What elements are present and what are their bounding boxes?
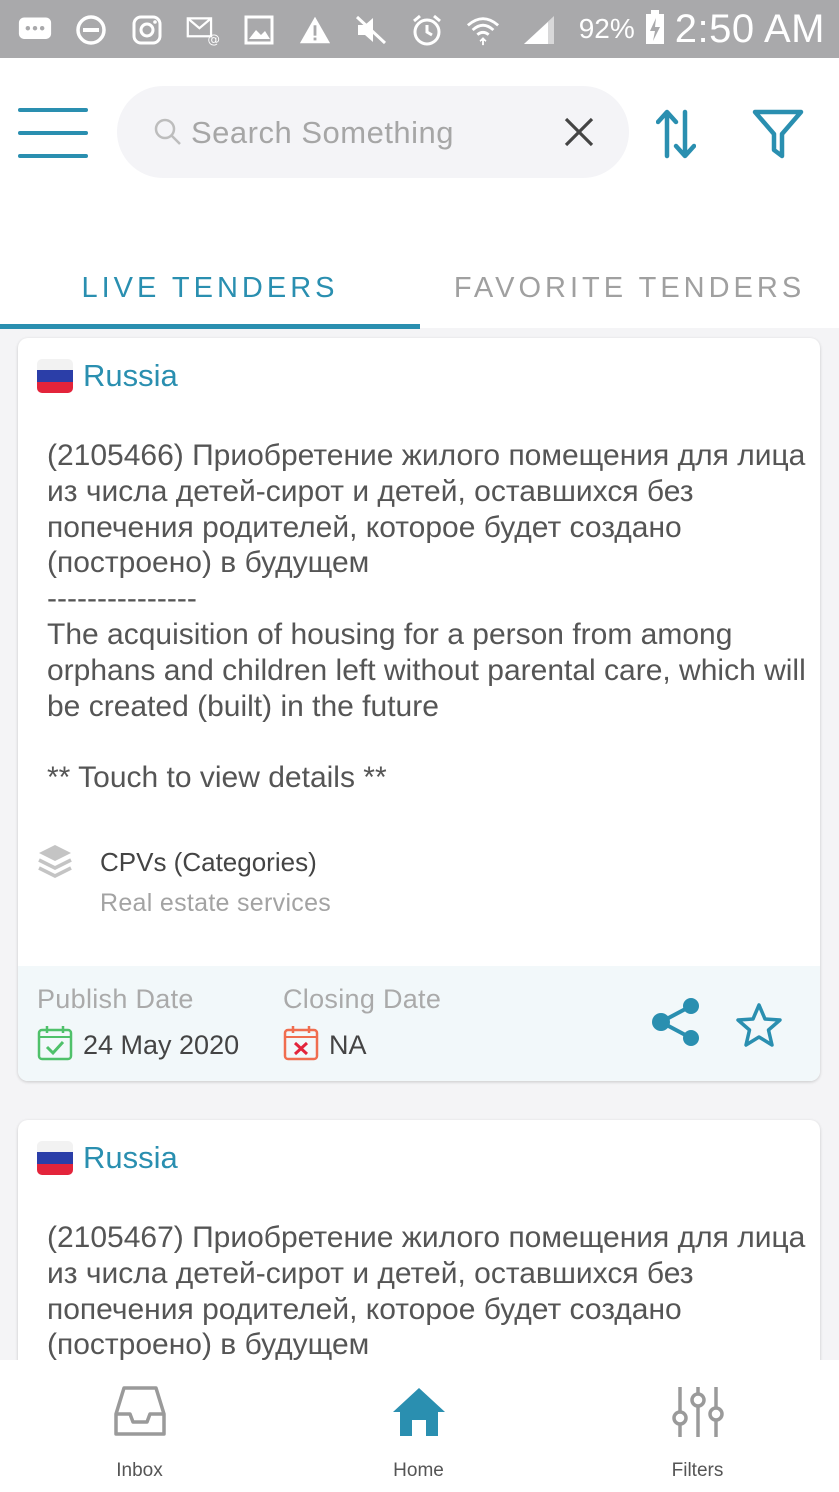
svg-text:@: @ (207, 31, 220, 46)
mute-icon (354, 13, 388, 47)
status-bar: @ 92% 2:50 AM (0, 0, 839, 58)
email-icon: @ (186, 13, 220, 47)
bottom-navigation: Inbox Home Filters (0, 1360, 839, 1492)
publish-date-value: 24 May 2020 (83, 1030, 240, 1060)
signal-icon (522, 13, 556, 47)
country-name: Russia (83, 358, 178, 393)
tender-country: Russia (37, 356, 178, 396)
russia-flag-icon (37, 1141, 73, 1175)
battery-icon (645, 9, 665, 50)
share-button[interactable] (650, 996, 702, 1048)
tender-description: (2105466) Приобретение жилого помещения … (47, 439, 806, 795)
nav-home[interactable]: Home (279, 1360, 558, 1492)
wifi-icon (466, 13, 500, 47)
closing-date-block: Closing Date NA (283, 984, 441, 1066)
cpv-section: CPVs (Categories) Real estate services (37, 841, 637, 921)
calendar-check-icon (37, 1025, 73, 1066)
tender-card-footer: Publish Date 24 May 2020 Closing Date NA (18, 966, 820, 1081)
russia-flag-icon (37, 359, 73, 393)
tender-description: (2105467) Приобретение жилого помещения … (47, 1221, 806, 1362)
sort-button[interactable] (655, 108, 697, 160)
share-icon (652, 998, 699, 1046)
nav-filters-label: Filters (671, 1460, 724, 1481)
menu-button[interactable] (18, 108, 90, 158)
image-icon (242, 13, 276, 47)
tab-bar: LIVE TENDERS FAVORITE TENDERS (0, 248, 839, 328)
favorite-button[interactable] (734, 1002, 784, 1050)
star-icon (736, 1003, 782, 1047)
nav-inbox-label: Inbox (116, 1460, 163, 1481)
tender-country: Russia (37, 1138, 178, 1178)
filter-icon (752, 109, 804, 159)
calendar-x-icon (283, 1025, 319, 1066)
closing-date-label: Closing Date (283, 984, 442, 1014)
search-input[interactable] (189, 108, 553, 158)
layers-icon (37, 843, 73, 886)
country-name: Russia (83, 1140, 178, 1175)
closing-date-value: NA (329, 1030, 367, 1060)
instagram-icon (130, 13, 164, 47)
tender-card[interactable]: Russia (2105466) Приобретение жилого пом… (18, 338, 820, 1081)
app-header: LIVE TENDERS FAVORITE TENDERS (0, 58, 839, 329)
publish-date-block: Publish Date 24 May 2020 (37, 984, 239, 1066)
tab-live-tenders[interactable]: LIVE TENDERS (0, 248, 420, 328)
cpv-value: Real estate services (100, 889, 332, 917)
search-bar[interactable] (117, 86, 629, 178)
nav-home-label: Home (393, 1460, 444, 1481)
clear-search-button[interactable] (563, 116, 595, 148)
publish-date-label: Publish Date (37, 984, 194, 1014)
cpv-label: CPVs (Categories) (100, 847, 317, 877)
message-icon (18, 13, 52, 47)
inbox-icon (112, 1384, 168, 1445)
clock: 2:50 AM (674, 6, 825, 51)
sort-icon (655, 109, 697, 159)
nav-inbox[interactable]: Inbox (0, 1360, 279, 1492)
search-icon (153, 117, 183, 152)
filter-button[interactable] (752, 108, 804, 160)
warning-icon (298, 13, 332, 47)
alarm-icon (410, 13, 444, 47)
do-not-disturb-icon (74, 13, 108, 47)
sliders-icon (670, 1384, 726, 1445)
battery-percent: 92% (578, 13, 635, 44)
nav-filters[interactable]: Filters (558, 1360, 837, 1492)
tab-favorite-tenders[interactable]: FAVORITE TENDERS (420, 248, 839, 328)
home-icon (391, 1384, 447, 1445)
active-tab-indicator (0, 324, 420, 329)
